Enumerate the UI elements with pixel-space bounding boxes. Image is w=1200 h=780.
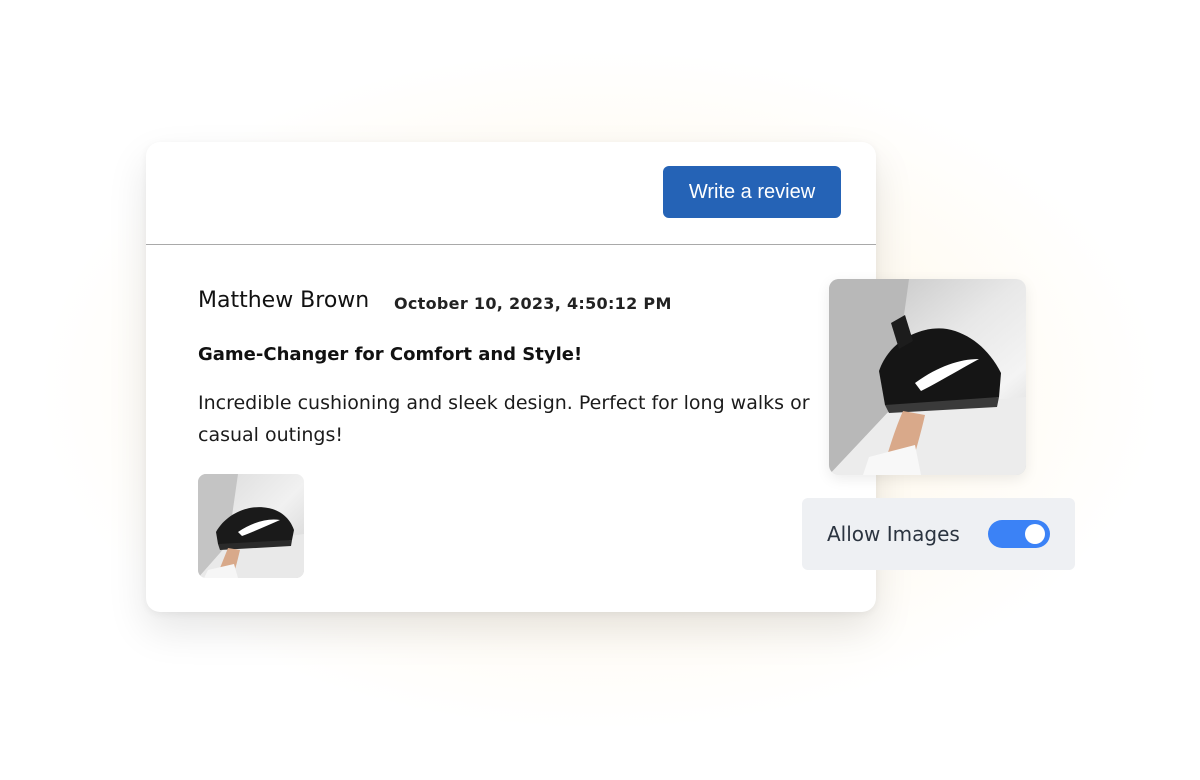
allow-images-label: Allow Images	[827, 522, 960, 546]
review-photo-large[interactable]	[829, 279, 1026, 475]
allow-images-toggle[interactable]	[988, 520, 1050, 548]
write-review-button[interactable]: Write a review	[663, 166, 841, 218]
review-card-header: Write a review	[146, 142, 876, 245]
review-body: Incredible cushioning and sleek design. …	[198, 392, 810, 446]
sneaker-photo-icon	[829, 279, 1026, 475]
review-title: Game-Changer for Comfort and Style!	[198, 344, 583, 365]
sneaker-photo-icon	[198, 474, 304, 578]
review-date: October 10, 2023, 4:50:12 PM	[394, 294, 672, 313]
review-photo-thumbnail[interactable]	[198, 474, 304, 578]
allow-images-panel: Allow Images	[802, 498, 1075, 570]
review-card: Write a review Matthew Brown October 10,…	[146, 142, 876, 612]
toggle-knob	[1025, 524, 1045, 544]
reviewer-name: Matthew Brown	[198, 288, 370, 313]
